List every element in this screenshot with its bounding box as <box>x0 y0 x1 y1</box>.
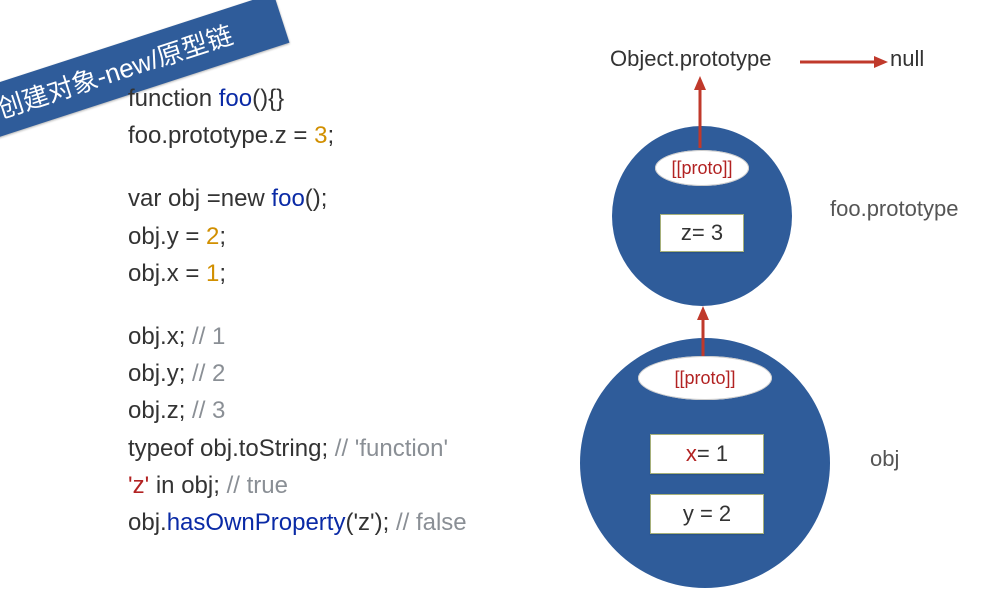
code-line-9: typeof obj.toString; // 'function' <box>128 430 558 467</box>
code-tail: ; <box>219 260 226 287</box>
code-text: obj.y; <box>128 360 192 387</box>
label-obj: obj <box>870 446 899 472</box>
code-line-3: var obj =new foo(); <box>128 180 558 217</box>
number-literal: 1 <box>206 260 219 287</box>
comment: // true <box>227 472 288 499</box>
string-literal: 'z' <box>128 472 149 499</box>
fn-name-foo: foo <box>219 85 252 112</box>
code-line-10: 'z' in obj; // true <box>128 467 558 504</box>
code-text: obj. <box>128 509 167 536</box>
code-tail: (){} <box>252 85 284 112</box>
code-text: typeof obj.toString; <box>128 435 335 462</box>
code-text: obj.z; <box>128 397 192 424</box>
code-line-11: obj.hasOwnProperty('z'); // false <box>128 504 558 541</box>
code-line-5: obj.x = 1; <box>128 255 558 292</box>
arrow-proto-to-null <box>800 52 890 72</box>
box-x: x = 1 <box>650 434 764 474</box>
label-object-prototype: Object.prototype <box>610 46 771 72</box>
code-tail: ; <box>327 122 334 149</box>
code-text: ('z'); <box>345 509 395 536</box>
prop-z-value: = 3 <box>692 220 723 246</box>
number-literal: 2 <box>206 223 219 250</box>
code-text: var obj =new <box>128 185 271 212</box>
prop-y: y = 2 <box>683 501 731 527</box>
comment: // 'function' <box>335 435 448 462</box>
prop-x-name: x <box>686 441 697 467</box>
arrow-upper-to-top <box>690 76 710 148</box>
pill-proto-upper: [[proto]] <box>655 150 749 186</box>
keyword-function: function <box>128 85 212 112</box>
box-z: z = 3 <box>660 214 744 252</box>
code-text: obj.x = <box>128 260 206 287</box>
code-line-7: obj.y; // 2 <box>128 355 558 392</box>
code-text: obj.y = <box>128 223 206 250</box>
comment: // false <box>396 509 467 536</box>
code-line-8: obj.z; // 3 <box>128 392 558 429</box>
code-line-4: obj.y = 2; <box>128 218 558 255</box>
code-text: foo.prototype.z = <box>128 122 314 149</box>
code-block: function foo(){} foo.prototype.z = 3; va… <box>128 80 558 541</box>
code-text: in obj; <box>149 472 226 499</box>
fn-name-foo: foo <box>271 185 304 212</box>
prop-z-name: z <box>681 220 692 246</box>
code-text: obj.x; <box>128 323 192 350</box>
prototype-chain-diagram: Object.prototype null [[proto]] z = 3 fo… <box>560 46 980 606</box>
comment: // 1 <box>192 323 225 350</box>
pill-proto-lower: [[proto]] <box>638 356 772 400</box>
label-null: null <box>890 46 924 72</box>
code-tail: (); <box>305 185 328 212</box>
code-line-6: obj.x; // 1 <box>128 318 558 355</box>
code-line-1: function foo(){} <box>128 80 558 117</box>
prop-x-value: = 1 <box>697 441 728 467</box>
arrow-lower-to-upper <box>693 306 713 356</box>
box-y: y = 2 <box>650 494 764 534</box>
method-hasOwnProperty: hasOwnProperty <box>167 509 346 536</box>
code-line-2: foo.prototype.z = 3; <box>128 117 558 154</box>
number-literal: 3 <box>314 122 327 149</box>
comment: // 2 <box>192 360 225 387</box>
label-foo-prototype: foo.prototype <box>830 196 958 222</box>
comment: // 3 <box>192 397 225 424</box>
code-tail: ; <box>219 223 226 250</box>
